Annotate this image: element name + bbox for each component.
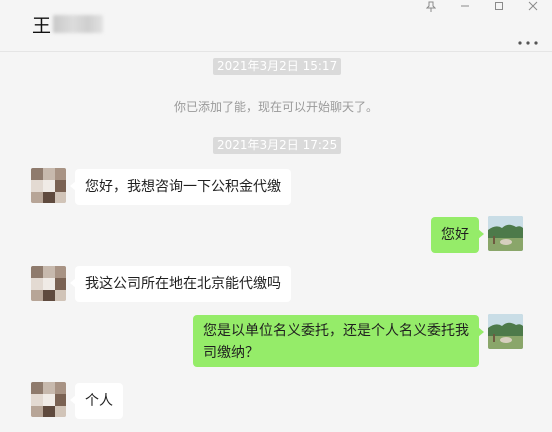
maximize-icon[interactable] <box>492 0 506 12</box>
sent-message[interactable]: 您是以单位名义委托，还是个人名义委托我 司缴纳？ <box>193 315 484 367</box>
received-message[interactable]: 个人 <box>70 383 123 419</box>
contact-name-text: 王 <box>32 14 52 37</box>
my-avatar[interactable] <box>488 216 523 251</box>
timestamp: 2021年3月2日 15:17 <box>213 58 342 75</box>
minimize-icon[interactable] <box>458 0 472 12</box>
contact-avatar[interactable] <box>31 168 66 203</box>
contact-name: 王 <box>32 13 104 37</box>
received-message[interactable]: 您好，我想咨询一下公积金代缴 <box>70 169 291 205</box>
pin-icon[interactable] <box>424 0 438 12</box>
window-controls <box>424 0 540 12</box>
my-avatar[interactable] <box>488 314 523 349</box>
timestamp: 2021年3月2日 17:25 <box>213 137 342 154</box>
sent-message[interactable]: 您好 <box>431 217 484 253</box>
more-dots-icon[interactable] <box>517 31 539 45</box>
received-message[interactable]: 我这公司所在地在北京能代缴吗 <box>70 266 291 302</box>
close-icon[interactable] <box>526 0 540 12</box>
contact-name-redacted <box>53 15 104 33</box>
message-list[interactable]: 2021年3月2日 15:17 你已添加了能，现在可以开始聊天了。 2021年3… <box>0 52 552 432</box>
sent-message-line: 司缴纳？ <box>203 345 259 361</box>
contact-avatar[interactable] <box>31 266 66 301</box>
contact-avatar[interactable] <box>31 382 66 417</box>
chat-header: 王 <box>0 0 552 52</box>
system-notice: 你已添加了能，现在可以开始聊天了。 <box>174 100 379 114</box>
sent-message-line: 您是以单位名义委托，还是个人名义委托我 <box>203 323 469 339</box>
